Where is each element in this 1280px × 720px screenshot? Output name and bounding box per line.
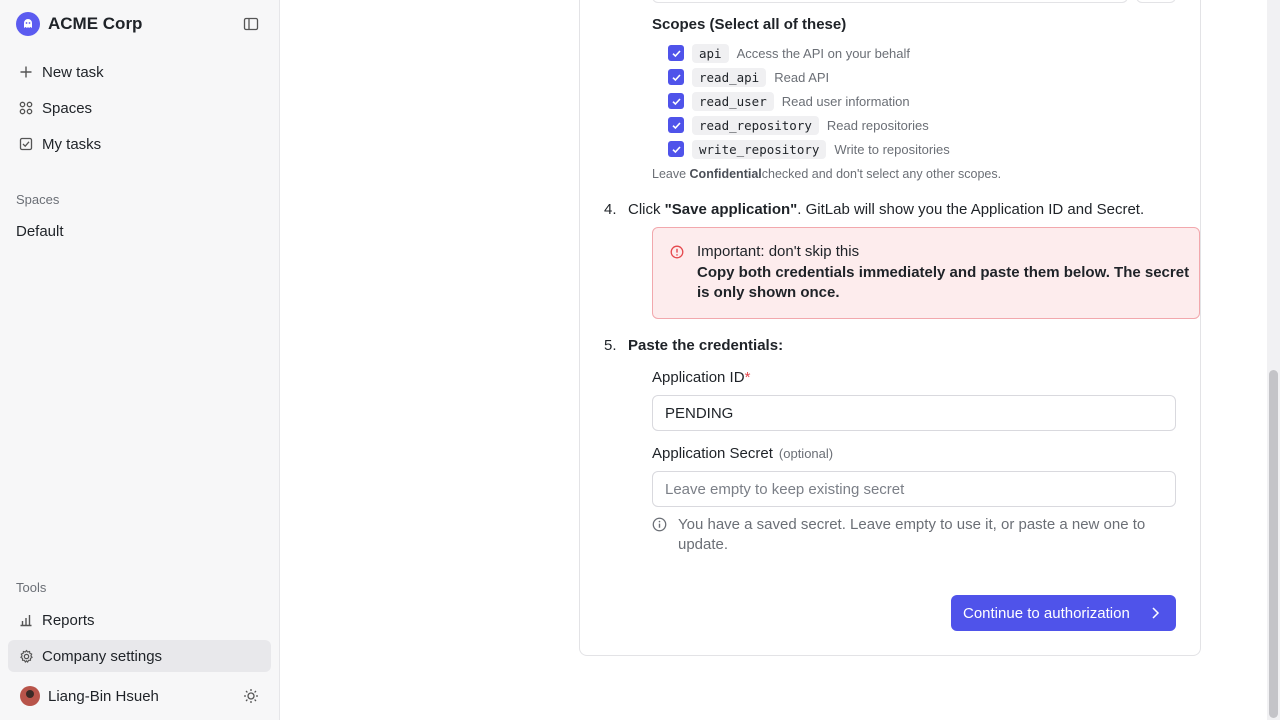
brand[interactable]: ACME Corp — [16, 12, 142, 36]
scrolled-button[interactable] — [1136, 0, 1176, 3]
scope-desc: Read user information — [781, 93, 910, 109]
plus-icon — [18, 64, 34, 80]
application-id-input[interactable] — [652, 395, 1176, 431]
scope-checkbox[interactable] — [668, 141, 684, 157]
step-4-text: Click "Save application". GitLab will sh… — [628, 201, 1145, 218]
sun-icon[interactable] — [242, 687, 260, 705]
scope-code: read_api — [692, 67, 767, 87]
required-marker: * — [744, 369, 751, 386]
alert-circle-icon — [670, 245, 684, 259]
user-menu[interactable]: Liang-Bin Hsueh — [8, 680, 271, 712]
grid-icon — [18, 100, 34, 116]
brand-logo-icon — [16, 12, 40, 36]
scope-code: write_repository — [692, 139, 827, 159]
alert-title: Important: don't skip this — [697, 243, 860, 260]
scope-checkbox[interactable] — [668, 45, 684, 61]
sidebar-toggle-icon[interactable] — [242, 15, 260, 33]
scope-checkbox[interactable] — [668, 93, 684, 109]
tools-section-label: Tools — [16, 580, 47, 595]
application-id-label: Application ID* — [652, 369, 751, 386]
scrolled-input[interactable] — [652, 0, 1128, 3]
main-content: Scopes (Select all of these) api Access … — [280, 0, 1280, 720]
scope-code: read_repository — [692, 115, 819, 135]
nav-spaces[interactable]: Spaces — [8, 92, 271, 124]
scope-desc: Read repositories — [826, 117, 929, 133]
continue-to-authorization-button[interactable]: Continue to authorization — [951, 595, 1176, 631]
scrollbar-thumb[interactable] — [1269, 370, 1278, 718]
step-5-text: Paste the credentials: — [628, 337, 784, 354]
secret-hint: You have a saved secret. Leave empty to … — [652, 515, 1172, 555]
optional-marker: (optional) — [778, 446, 834, 461]
nav-reports[interactable]: Reports — [8, 604, 271, 636]
application-secret-input[interactable] — [652, 471, 1176, 507]
brand-name: ACME Corp — [48, 14, 143, 33]
scope-row[interactable]: write_repository Write to repositories — [668, 138, 950, 160]
nav-label: My tasks — [42, 135, 102, 153]
scope-row[interactable]: read_api Read API — [668, 66, 829, 88]
scope-desc: Read API — [774, 69, 830, 85]
nav-company-settings[interactable]: Company settings — [8, 640, 271, 672]
spaces-section-label: Spaces — [16, 192, 60, 207]
info-icon — [652, 517, 668, 555]
important-alert: Important: don't skip this Copy both cre… — [652, 227, 1200, 319]
nav-label: Company settings — [42, 647, 163, 665]
nav-label: Reports — [42, 611, 95, 629]
scope-code: api — [692, 43, 729, 63]
hint-text: You have a saved secret. Leave empty to … — [678, 516, 1146, 553]
scopes-title: Scopes (Select all of these) — [652, 16, 847, 33]
application-secret-label: Application Secret (optional) — [652, 445, 834, 462]
scope-checkbox[interactable] — [668, 117, 684, 133]
nav-label: New task — [42, 63, 104, 81]
sidebar: ACME Corp New task Spaces My tasks Space… — [0, 0, 280, 720]
scope-row[interactable]: api Access the API on your behalf — [668, 42, 910, 64]
nav-my-tasks[interactable]: My tasks — [8, 128, 271, 160]
scope-desc: Write to repositories — [834, 141, 950, 157]
scopes-note: Leave Confidentialchecked and don't sele… — [652, 167, 1002, 181]
scope-checkbox[interactable] — [668, 69, 684, 85]
gear-icon — [18, 648, 34, 664]
step-number: 4. — [604, 201, 617, 218]
checkbox-icon — [18, 136, 34, 152]
nav-new-task[interactable]: New task — [8, 56, 271, 88]
step-number: 5. — [604, 337, 617, 354]
scope-row[interactable]: read_user Read user information — [668, 90, 910, 112]
user-name: Liang-Bin Hsueh — [48, 687, 159, 705]
alert-body: Copy both credentials immediately and pa… — [697, 264, 1190, 301]
space-item-default[interactable]: Default — [16, 223, 64, 240]
scope-row[interactable]: read_repository Read repositories — [668, 114, 929, 136]
nav-label: Spaces — [42, 99, 93, 117]
scope-desc: Access the API on your behalf — [736, 45, 911, 61]
scope-code: read_user — [692, 91, 774, 111]
button-label: Continue to authorization — [963, 604, 1130, 622]
chevron-right-icon — [1148, 605, 1162, 625]
avatar — [20, 686, 40, 706]
bar-chart-icon — [18, 612, 34, 628]
